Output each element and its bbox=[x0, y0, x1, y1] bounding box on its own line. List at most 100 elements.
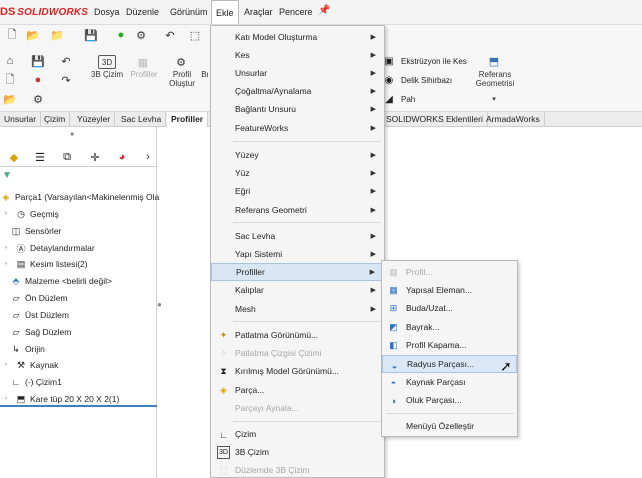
undo-small-icon[interactable]: ↶ bbox=[58, 53, 74, 69]
profiles-label[interactable]: Profiller bbox=[127, 70, 161, 79]
tree-item[interactable]: ⬘ Malzeme <belirli değil> bbox=[10, 273, 112, 289]
menu-item-kati-model[interactable]: Katı Model Oluşturma ▶ bbox=[211, 28, 384, 46]
menu-item-featureworks[interactable]: FeatureWorks ▶ bbox=[211, 119, 384, 137]
redo-small-icon[interactable]: ↷ bbox=[58, 72, 74, 88]
menu-dosya[interactable]: Dosya bbox=[90, 0, 124, 24]
menu-item-sac-levha[interactable]: Sac Levha ▶ bbox=[211, 227, 384, 245]
tree-item[interactable]: › ◷ Geçmiş bbox=[0, 206, 59, 222]
submenu-item-yapisal-eleman[interactable]: ▦ Yapısal Eleman... bbox=[382, 281, 517, 299]
tab-cizim[interactable]: Çizim bbox=[40, 112, 71, 127]
menu-pencere[interactable]: Pencere bbox=[275, 0, 317, 24]
menu-item-cogaltma[interactable]: Çoğaltma/Aynalama ▶ bbox=[211, 82, 384, 100]
menu-item-referans-geometri[interactable]: Referans Geometri ▶ bbox=[211, 201, 384, 219]
expand-icon[interactable]: › bbox=[0, 208, 12, 220]
configurationmanager-tab-icon[interactable]: ⧉ bbox=[55, 148, 79, 166]
expand-icon[interactable]: › bbox=[0, 393, 12, 405]
submenu-item-buda-uzat[interactable]: ⊞ Buda/Uzat... bbox=[382, 299, 517, 317]
gear-small-icon[interactable]: ⚙ bbox=[30, 91, 46, 107]
dimxpert-tab-icon[interactable]: ✛ bbox=[83, 148, 107, 166]
submenu-item-bayrak[interactable]: ◩ Bayrak... bbox=[382, 318, 517, 336]
menu-item-parca[interactable]: ◈ Parça... bbox=[211, 381, 384, 399]
menu-item-yuzey[interactable]: Yüzey ▶ bbox=[211, 146, 384, 164]
tree-item[interactable]: ∟ (-) Çizim1 bbox=[10, 374, 62, 390]
reference-geometry-icon[interactable]: ⬒ bbox=[486, 53, 502, 69]
submenu-item-oluk-parcasi[interactable]: ◑ Oluk Parçası... bbox=[382, 391, 517, 409]
chevron-down-icon[interactable]: ▾ bbox=[490, 95, 498, 103]
extrude-cut-command[interactable]: ▣ Ekstrüzyon ile Kes bbox=[382, 53, 467, 69]
menu-item-yapi-sistemi[interactable]: Yapı Sistemi ▶ bbox=[211, 245, 384, 263]
tree-root[interactable]: ◈ Parça1 (Varsayılan<Makinelenmiş Ola bbox=[0, 189, 160, 205]
reference-geometry-label[interactable]: Referans Geometrisi bbox=[470, 70, 520, 88]
expand-icon[interactable]: › bbox=[0, 359, 12, 371]
submenu-item-kaynak-parcasi[interactable]: ◓ Kaynak Parçası bbox=[382, 373, 517, 391]
menu-duzenle[interactable]: Düzenle bbox=[122, 0, 163, 24]
truncated-button-label[interactable]: Bı bbox=[200, 70, 210, 79]
propertymanager-tab-icon[interactable]: ☰ bbox=[28, 148, 52, 166]
tree-item[interactable]: ↳ Orijin bbox=[10, 341, 45, 357]
submenu-item-profil-kapama[interactable]: ◧ Profil Kapama... bbox=[382, 336, 517, 354]
solidworks-logo[interactable]: DS SOLIDWORKS bbox=[0, 5, 88, 19]
tree-item[interactable]: ▱ Ön Düzlem bbox=[10, 290, 68, 306]
menu-araclar[interactable]: Araçlar bbox=[240, 0, 277, 24]
hole-wizard-command[interactable]: ◉ Delik Sihirbazı bbox=[382, 72, 453, 88]
folder-small-icon[interactable]: 📂 bbox=[2, 91, 18, 107]
open-file-icon[interactable]: 📁 bbox=[50, 28, 64, 42]
tree-item[interactable]: › ▤ Kesim listesi(2) bbox=[0, 256, 88, 272]
menu-item-patlatma-cizgisi[interactable]: ✧ Patlatma Çizgisi Çizimi bbox=[211, 344, 384, 362]
tree-item[interactable]: › ⚒ Kaynak bbox=[0, 357, 58, 373]
tab-profiller[interactable]: Profiller bbox=[167, 112, 209, 127]
save-icon[interactable]: 💾 bbox=[84, 28, 98, 42]
tree-item[interactable]: ▱ Sağ Düzlem bbox=[10, 324, 72, 340]
tree-item[interactable]: ▱ Üst Düzlem bbox=[10, 307, 69, 323]
menu-item-kes[interactable]: Kes ▶ bbox=[211, 46, 384, 64]
menu-item-parcayi-aynala[interactable]: Parçayı Aynala... bbox=[211, 399, 384, 417]
tab-armadaworks[interactable]: ArmadaWorks bbox=[482, 112, 545, 127]
expand-icon[interactable]: › bbox=[0, 258, 12, 270]
tab-sac-levha[interactable]: Sac Levha bbox=[117, 112, 167, 127]
submenu-item-profil[interactable]: ▦ Profil... bbox=[382, 263, 517, 281]
menu-item-unsurlar[interactable]: Unsurlar ▶ bbox=[211, 64, 384, 82]
tab-solidworks-eklentileri[interactable]: SOLIDWORKS Eklentileri bbox=[382, 112, 488, 127]
submenu-item-radyus-parcasi[interactable]: ◒ Radyus Parçası... bbox=[382, 355, 517, 373]
menu-item-3b-cizim[interactable]: 3D 3B Çizim bbox=[211, 443, 384, 461]
menu-gorunum[interactable]: Görünüm bbox=[166, 0, 212, 24]
traffic-light-icon[interactable]: ● bbox=[30, 72, 46, 88]
profiles-icon[interactable]: ▦ bbox=[136, 55, 150, 69]
undo-icon[interactable]: ↶ bbox=[163, 28, 177, 42]
tab-yuzeyler[interactable]: Yüzeyler bbox=[73, 112, 116, 127]
menu-item-mesh[interactable]: Mesh ▶ bbox=[211, 300, 384, 318]
tree-item[interactable]: ◫ Sensörler bbox=[10, 223, 62, 239]
display-manager-tab-icon[interactable]: ◕ bbox=[110, 148, 134, 166]
panel-splitter[interactable]: ● bbox=[157, 300, 163, 320]
menu-item-duzlemde-3b[interactable]: ⬚ Düzlemde 3B Çizim bbox=[211, 461, 384, 478]
sketch3d-label[interactable]: 3B Çizim bbox=[90, 70, 124, 79]
pin-icon[interactable]: 📌 bbox=[318, 5, 330, 16]
menu-item-patlatma-gorunumu[interactable]: ✦ Patlatma Görünümü... bbox=[211, 326, 384, 344]
chamfer-command[interactable]: ◢ Pah bbox=[382, 91, 415, 107]
rollback-bar[interactable] bbox=[0, 405, 157, 407]
expand-icon[interactable]: › bbox=[0, 242, 12, 254]
menu-item-profiller[interactable]: Profiller ▶ bbox=[211, 263, 384, 281]
chevron-right-icon[interactable]: › bbox=[136, 148, 160, 166]
save-small-icon[interactable]: 💾 bbox=[30, 53, 46, 69]
profile-create-label[interactable]: Profil Oluştur bbox=[166, 70, 198, 88]
panel-grip-icon[interactable]: ● bbox=[70, 131, 74, 138]
menu-item-egri[interactable]: Eğri ▶ bbox=[211, 182, 384, 200]
filter-icon[interactable]: ▼ bbox=[2, 170, 12, 181]
new-icon[interactable]: 🗋 bbox=[5, 28, 19, 42]
featuremanager-tab-icon[interactable]: ◆ bbox=[2, 148, 26, 166]
profile-create-icon[interactable]: ⚙ bbox=[174, 55, 188, 69]
menu-item-cizim[interactable]: ∟ Çizim bbox=[211, 425, 384, 443]
menu-item-kirilmis-model[interactable]: ⧗ Kırılmış Model Görünümü... bbox=[211, 362, 384, 380]
rebuild-icon[interactable]: ● bbox=[114, 28, 128, 42]
menu-item-baglanti[interactable]: Bağlantı Unsuru ▶ bbox=[211, 100, 384, 118]
document-icon[interactable]: 🗋 bbox=[2, 72, 18, 88]
open-icon[interactable]: 📂 bbox=[26, 28, 40, 42]
sketch3d-icon[interactable]: 3D bbox=[98, 55, 116, 69]
home-icon[interactable]: ⌂ bbox=[2, 53, 18, 69]
tab-unsurlar[interactable]: Unsurlar bbox=[0, 112, 42, 127]
menu-ekle[interactable]: Ekle bbox=[211, 0, 239, 24]
options-gear-icon[interactable]: ⚙ bbox=[134, 28, 148, 42]
select-icon[interactable]: ⬚ bbox=[188, 28, 202, 42]
submenu-item-menuyu-ozellestir[interactable]: Menüyü Özelleştir bbox=[382, 417, 517, 435]
